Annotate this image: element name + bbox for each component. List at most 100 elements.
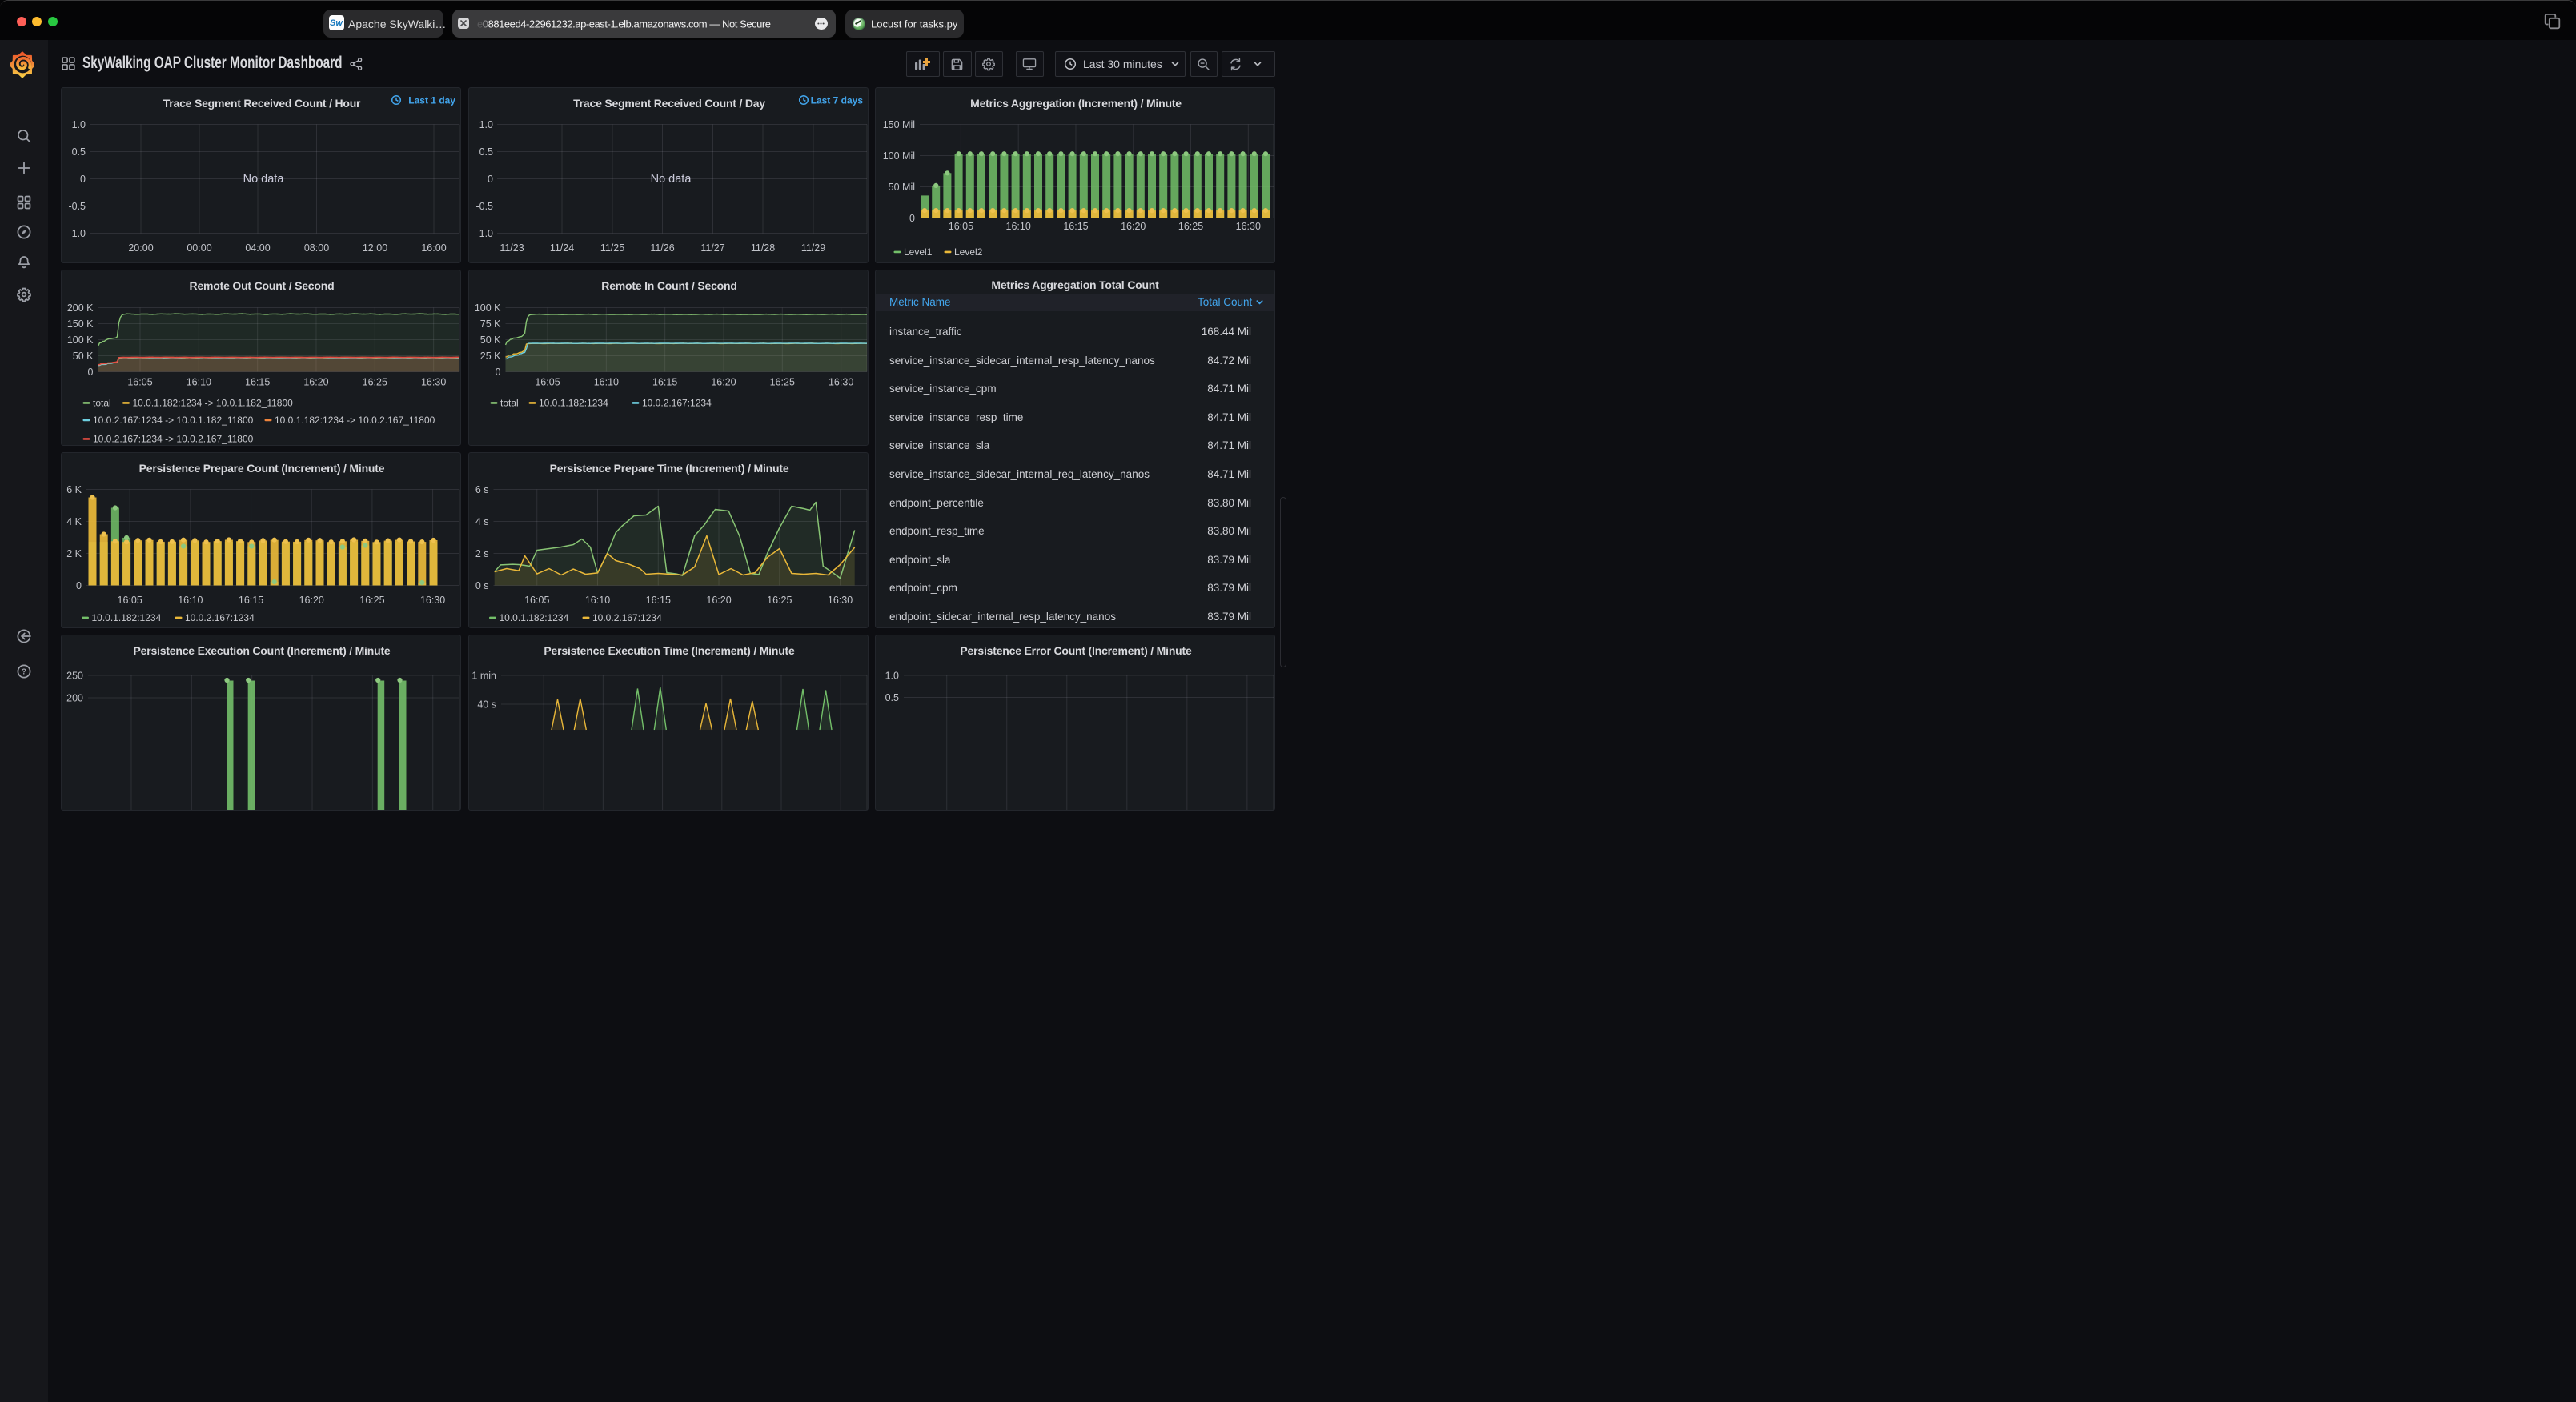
svg-text:6 s: 6 s xyxy=(475,484,488,495)
svg-text:16:05: 16:05 xyxy=(118,595,142,606)
svg-text:10.0.1.182:1234: 10.0.1.182:1234 xyxy=(92,612,162,623)
svg-text:16:15: 16:15 xyxy=(239,595,263,606)
svg-text:20:00: 20:00 xyxy=(128,242,153,254)
svg-text:1 min: 1 min xyxy=(471,670,496,681)
svg-text:16:25: 16:25 xyxy=(363,377,387,388)
svg-text:0.5: 0.5 xyxy=(72,146,86,158)
svg-text:16:20: 16:20 xyxy=(299,595,324,606)
svg-text:Remote In Count / Second: Remote In Count / Second xyxy=(601,279,736,292)
svg-text:16:30: 16:30 xyxy=(828,377,853,388)
svg-text:0: 0 xyxy=(88,367,94,378)
svg-text:16:30: 16:30 xyxy=(420,595,445,606)
svg-text:Persistence Execution Count (I: Persistence Execution Count (Increment) … xyxy=(133,644,390,657)
svg-text:11/28: 11/28 xyxy=(750,242,774,254)
svg-text:12:00: 12:00 xyxy=(363,242,387,254)
svg-text:16:10: 16:10 xyxy=(1006,221,1031,232)
svg-text:150 K: 150 K xyxy=(67,318,94,330)
svg-text:Metrics Aggregation (Increment: Metrics Aggregation (Increment) / Minute xyxy=(970,97,1182,110)
svg-text:Trace Segment Received Count /: Trace Segment Received Count / Hour xyxy=(163,97,361,110)
svg-text:16:25: 16:25 xyxy=(767,595,792,606)
svg-text:total: total xyxy=(500,398,519,409)
svg-text:100 K: 100 K xyxy=(474,302,500,314)
svg-text:16:15: 16:15 xyxy=(245,377,270,388)
svg-text:10.0.1.182:1234 -> 10.0.1.182_: 10.0.1.182:1234 -> 10.0.1.182_11800 xyxy=(133,398,294,409)
svg-text:0: 0 xyxy=(76,580,82,591)
svg-text:11/24: 11/24 xyxy=(549,242,573,254)
svg-text:Last 1 day: Last 1 day xyxy=(408,94,455,106)
svg-text:25 K: 25 K xyxy=(479,350,500,362)
svg-text:16:20: 16:20 xyxy=(1121,221,1146,232)
svg-text:16:05: 16:05 xyxy=(949,221,973,232)
svg-text:total: total xyxy=(93,398,111,409)
svg-text:1.0: 1.0 xyxy=(72,119,86,130)
svg-text:11/23: 11/23 xyxy=(500,242,524,254)
svg-text:-0.5: -0.5 xyxy=(475,201,493,212)
svg-text:200: 200 xyxy=(66,692,83,703)
svg-text:10.0.2.167:1234 -> 10.0.1.182_: 10.0.2.167:1234 -> 10.0.1.182_11800 xyxy=(93,415,254,426)
svg-text:Level2: Level2 xyxy=(954,246,983,258)
svg-text:Remote Out Count / Second: Remote Out Count / Second xyxy=(190,279,335,292)
svg-text:0.5: 0.5 xyxy=(885,692,899,703)
svg-text:0: 0 xyxy=(488,174,493,185)
svg-text:Last 7 days: Last 7 days xyxy=(810,94,863,106)
svg-text:16:15: 16:15 xyxy=(645,595,670,606)
svg-text:04:00: 04:00 xyxy=(245,242,270,254)
svg-text:16:20: 16:20 xyxy=(711,377,736,388)
svg-text:1.0: 1.0 xyxy=(885,670,899,681)
svg-text:50 Mil: 50 Mil xyxy=(889,182,915,193)
svg-text:50 K: 50 K xyxy=(73,350,94,362)
svg-text:10.0.1.182:1234: 10.0.1.182:1234 xyxy=(539,398,608,409)
svg-text:16:25: 16:25 xyxy=(1178,221,1203,232)
svg-text:2 K: 2 K xyxy=(66,548,82,559)
svg-text:16:25: 16:25 xyxy=(359,595,384,606)
svg-text:Persistence Prepare Time (Incr: Persistence Prepare Time (Increment) / M… xyxy=(549,462,788,475)
svg-text:16:10: 16:10 xyxy=(593,377,618,388)
svg-text:16:30: 16:30 xyxy=(1236,221,1261,232)
svg-text:0: 0 xyxy=(80,174,86,185)
svg-text:200 K: 200 K xyxy=(67,302,94,314)
svg-text:16:05: 16:05 xyxy=(127,377,152,388)
svg-text:16:30: 16:30 xyxy=(421,377,446,388)
svg-text:2 s: 2 s xyxy=(475,548,488,559)
svg-text:4 K: 4 K xyxy=(66,516,82,527)
svg-text:16:10: 16:10 xyxy=(584,595,609,606)
svg-text:100 Mil: 100 Mil xyxy=(883,150,915,162)
svg-text:75 K: 75 K xyxy=(479,318,500,330)
svg-text:0.5: 0.5 xyxy=(479,146,492,158)
svg-text:16:00: 16:00 xyxy=(421,242,446,254)
svg-text:Persistence Execution Time (In: Persistence Execution Time (Increment) /… xyxy=(544,644,795,657)
svg-text:250: 250 xyxy=(66,670,83,681)
svg-text:1.0: 1.0 xyxy=(479,119,492,130)
svg-text:16:05: 16:05 xyxy=(524,595,549,606)
svg-text:11/29: 11/29 xyxy=(800,242,825,254)
svg-text:40 s: 40 s xyxy=(477,699,496,710)
svg-text:16:25: 16:25 xyxy=(769,377,794,388)
svg-text:Persistence Error Count (Incre: Persistence Error Count (Increment) / Mi… xyxy=(960,644,1192,657)
svg-text:16:10: 16:10 xyxy=(178,595,203,606)
svg-text:10.0.1.182:1234: 10.0.1.182:1234 xyxy=(499,612,568,623)
svg-text:Persistence Prepare Count (Inc: Persistence Prepare Count (Increment) / … xyxy=(139,462,385,475)
svg-text:10.0.2.167:1234: 10.0.2.167:1234 xyxy=(642,398,712,409)
svg-text:No data: No data xyxy=(243,173,285,186)
svg-text:100 K: 100 K xyxy=(67,334,94,346)
svg-text:16:05: 16:05 xyxy=(535,377,560,388)
svg-text:11/27: 11/27 xyxy=(700,242,724,254)
svg-text:11/26: 11/26 xyxy=(650,242,674,254)
svg-text:Trace Segment Received Count /: Trace Segment Received Count / Day xyxy=(573,97,765,110)
svg-text:?: ? xyxy=(22,667,26,676)
svg-text:16:30: 16:30 xyxy=(827,595,852,606)
svg-text:Level1: Level1 xyxy=(904,246,933,258)
svg-text:150 Mil: 150 Mil xyxy=(883,119,915,130)
svg-text:50 K: 50 K xyxy=(479,334,500,346)
svg-text:16:20: 16:20 xyxy=(706,595,731,606)
svg-text:16:10: 16:10 xyxy=(187,377,211,388)
svg-text:00:00: 00:00 xyxy=(187,242,211,254)
svg-text:No data: No data xyxy=(650,173,692,186)
svg-text:10.0.2.167:1234: 10.0.2.167:1234 xyxy=(185,612,255,623)
svg-text:0 s: 0 s xyxy=(475,580,488,591)
svg-text:08:00: 08:00 xyxy=(304,242,329,254)
svg-text:-0.5: -0.5 xyxy=(68,201,86,212)
svg-text:16:15: 16:15 xyxy=(1063,221,1088,232)
svg-text:16:15: 16:15 xyxy=(652,377,677,388)
svg-text:0: 0 xyxy=(909,213,915,224)
